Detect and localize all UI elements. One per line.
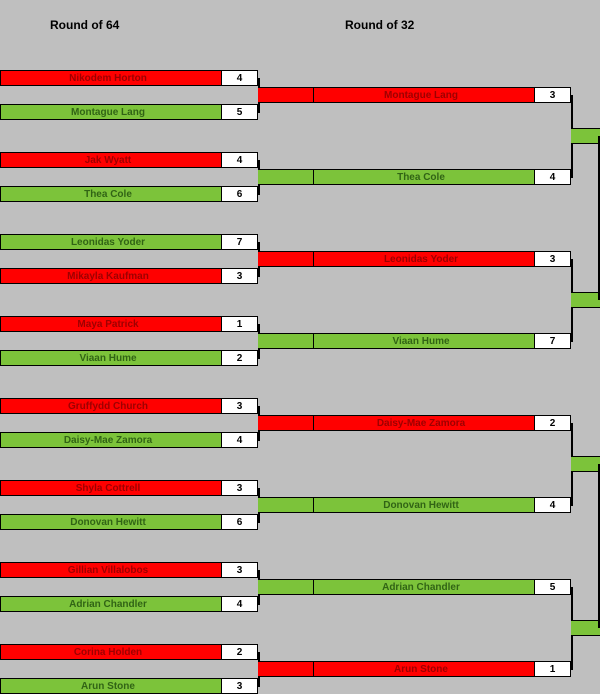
player-name: Thea Cole xyxy=(314,170,534,184)
player-name: Adrian Chandler xyxy=(314,580,534,594)
player-score: 5 xyxy=(221,105,257,119)
player-name: Donovan Hewitt xyxy=(314,498,534,512)
player-name: Thea Cole xyxy=(1,187,221,201)
player-name: Viaan Hume xyxy=(314,334,534,348)
player-score: 4 xyxy=(221,433,257,447)
player-score: 4 xyxy=(221,153,257,167)
player-name: Arun Stone xyxy=(1,679,221,693)
connector-bridge xyxy=(258,169,313,185)
r64-match0-bottom: Montague Lang5 xyxy=(0,104,258,120)
player-score: 4 xyxy=(221,597,257,611)
player-score: 3 xyxy=(221,481,257,495)
r64-match6-bottom: Adrian Chandler4 xyxy=(0,596,258,612)
player-score: 3 xyxy=(534,252,570,266)
connector-bridge xyxy=(258,579,313,595)
player-score: 2 xyxy=(221,351,257,365)
r64-match2-top: Leonidas Yoder7 xyxy=(0,234,258,250)
player-score: 3 xyxy=(221,563,257,577)
player-name: Gillian Villalobos xyxy=(1,563,221,577)
player-score: 7 xyxy=(534,334,570,348)
r64-match3-bottom: Viaan Hume2 xyxy=(0,350,258,366)
connector-bridge xyxy=(258,251,313,267)
player-score: 7 xyxy=(221,235,257,249)
r32-match2-top: Daisy-Mae Zamora2 xyxy=(313,415,571,431)
player-name: Daisy-Mae Zamora xyxy=(314,416,534,430)
player-name: Daisy-Mae Zamora xyxy=(1,433,221,447)
player-name: Adrian Chandler xyxy=(1,597,221,611)
r64-match2-bottom: Mikayla Kaufman3 xyxy=(0,268,258,284)
r64-match5-bottom: Donovan Hewitt6 xyxy=(0,514,258,530)
player-name: Nikodem Horton xyxy=(1,71,221,85)
player-score: 5 xyxy=(534,580,570,594)
player-name: Leonidas Yoder xyxy=(314,252,534,266)
player-score: 4 xyxy=(221,71,257,85)
r64-match6-top: Gillian Villalobos3 xyxy=(0,562,258,578)
r32-match3-bottom: Arun Stone1 xyxy=(313,661,571,677)
r64-match1-top: Jak Wyatt4 xyxy=(0,152,258,168)
r32-match3-top: Adrian Chandler5 xyxy=(313,579,571,595)
r64-match4-bottom: Daisy-Mae Zamora4 xyxy=(0,432,258,448)
player-score: 2 xyxy=(221,645,257,659)
r64-match7-top: Corina Holden2 xyxy=(0,644,258,660)
player-name: Leonidas Yoder xyxy=(1,235,221,249)
player-score: 1 xyxy=(534,662,570,676)
player-name: Montague Lang xyxy=(1,105,221,119)
r64-match4-top: Gruffydd Church3 xyxy=(0,398,258,414)
player-name: Mikayla Kaufman xyxy=(1,269,221,283)
r64-match3-top: Maya Patrick1 xyxy=(0,316,258,332)
r32-match0-top: Montague Lang3 xyxy=(313,87,571,103)
bracket-container: Round of 64Round of 32Nikodem Horton4Mon… xyxy=(0,0,600,600)
player-name: Maya Patrick xyxy=(1,317,221,331)
r64-match7-bottom: Arun Stone3 xyxy=(0,678,258,694)
connector-bridge xyxy=(571,620,600,636)
r32-match2-bottom: Donovan Hewitt4 xyxy=(313,497,571,513)
player-name: Viaan Hume xyxy=(1,351,221,365)
connector-bridge xyxy=(258,333,313,349)
connector-bridge xyxy=(258,497,313,513)
connector-bridge xyxy=(258,87,313,103)
player-name: Corina Holden xyxy=(1,645,221,659)
r64-match5-top: Shyla Cottrell3 xyxy=(0,480,258,496)
connector-bridge xyxy=(571,292,600,308)
player-name: Gruffydd Church xyxy=(1,399,221,413)
player-score: 2 xyxy=(534,416,570,430)
player-score: 6 xyxy=(221,515,257,529)
player-name: Jak Wyatt xyxy=(1,153,221,167)
player-score: 6 xyxy=(221,187,257,201)
connector-bridge xyxy=(571,456,600,472)
player-score: 3 xyxy=(221,679,257,693)
r32-match1-top: Leonidas Yoder3 xyxy=(313,251,571,267)
connector-bridge xyxy=(258,415,313,431)
player-name: Montague Lang xyxy=(314,88,534,102)
player-score: 3 xyxy=(221,269,257,283)
player-score: 4 xyxy=(534,170,570,184)
player-name: Shyla Cottrell xyxy=(1,481,221,495)
r32-match1-bottom: Viaan Hume7 xyxy=(313,333,571,349)
player-score: 3 xyxy=(534,88,570,102)
r64-match1-bottom: Thea Cole6 xyxy=(0,186,258,202)
player-name: Arun Stone xyxy=(314,662,534,676)
player-score: 4 xyxy=(534,498,570,512)
player-score: 3 xyxy=(221,399,257,413)
r64-match0-top: Nikodem Horton4 xyxy=(0,70,258,86)
connector-bridge xyxy=(258,661,313,677)
round-header-32: Round of 32 xyxy=(345,18,414,32)
r32-match0-bottom: Thea Cole4 xyxy=(313,169,571,185)
player-score: 1 xyxy=(221,317,257,331)
player-name: Donovan Hewitt xyxy=(1,515,221,529)
round-header-64: Round of 64 xyxy=(50,18,119,32)
connector-bridge xyxy=(571,128,600,144)
